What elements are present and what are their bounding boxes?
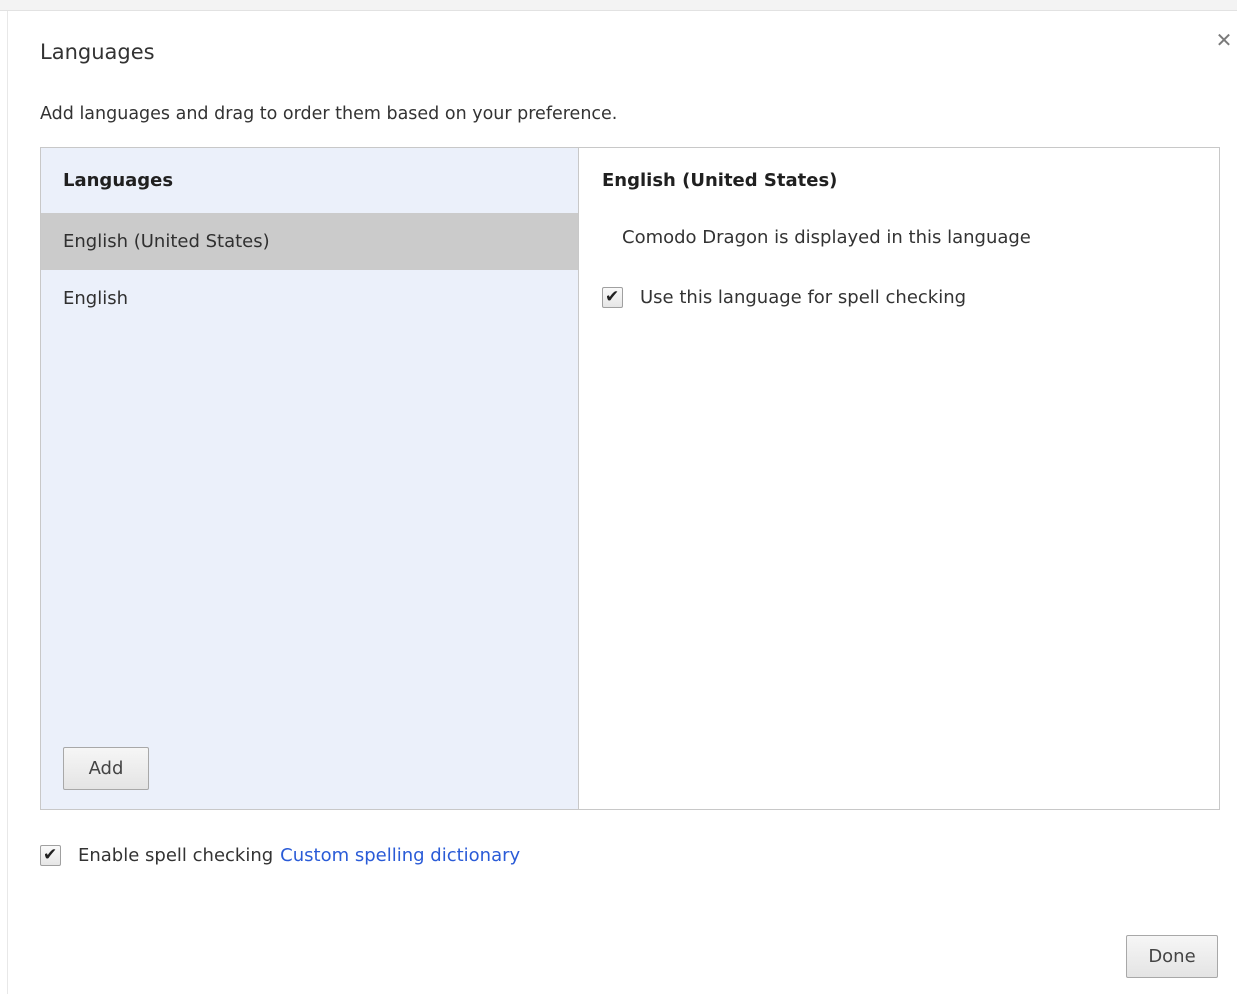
window-left-edge [0,11,8,994]
close-icon[interactable]: ✕ [1213,29,1235,51]
display-language-note: Comodo Dragon is displayed in this langu… [622,227,1031,248]
done-button[interactable]: Done [1126,935,1218,978]
language-details-header: English (United States) [602,170,838,191]
dialog-instructions: Add languages and drag to order them bas… [40,104,618,124]
enable-spell-checking-option: ✔ Enable spell checking Custom spelling … [40,845,520,866]
spell-check-language-option[interactable]: ✔ Use this language for spell checking [602,287,966,308]
enable-spell-checking-label[interactable]: Enable spell checking [78,845,273,866]
language-details: English (United States) Comodo Dragon is… [580,148,1219,809]
languages-dialog: ✕ Languages Add languages and drag to or… [0,0,1237,994]
languages-panel: Languages English (United States) Englis… [40,147,1220,810]
language-item-english-united-states[interactable]: English (United States) [41,213,578,270]
spell-check-language-checkbox[interactable]: ✔ [602,287,623,308]
language-list-header: Languages [63,170,174,191]
enable-spell-checking-checkbox[interactable]: ✔ [40,845,61,866]
language-list: Languages English (United States) Englis… [41,148,579,809]
window-top-edge [0,0,1237,11]
checkmark-icon: ✔ [43,845,58,865]
language-item-english[interactable]: English [41,270,578,327]
custom-spelling-dictionary-link[interactable]: Custom spelling dictionary [280,845,520,866]
spell-check-language-label: Use this language for spell checking [640,287,967,308]
language-item-label: English [63,288,128,309]
add-language-button[interactable]: Add [63,747,149,790]
checkmark-icon: ✔ [605,287,620,307]
language-item-label: English (United States) [63,231,270,252]
dialog-title: Languages [40,40,155,64]
